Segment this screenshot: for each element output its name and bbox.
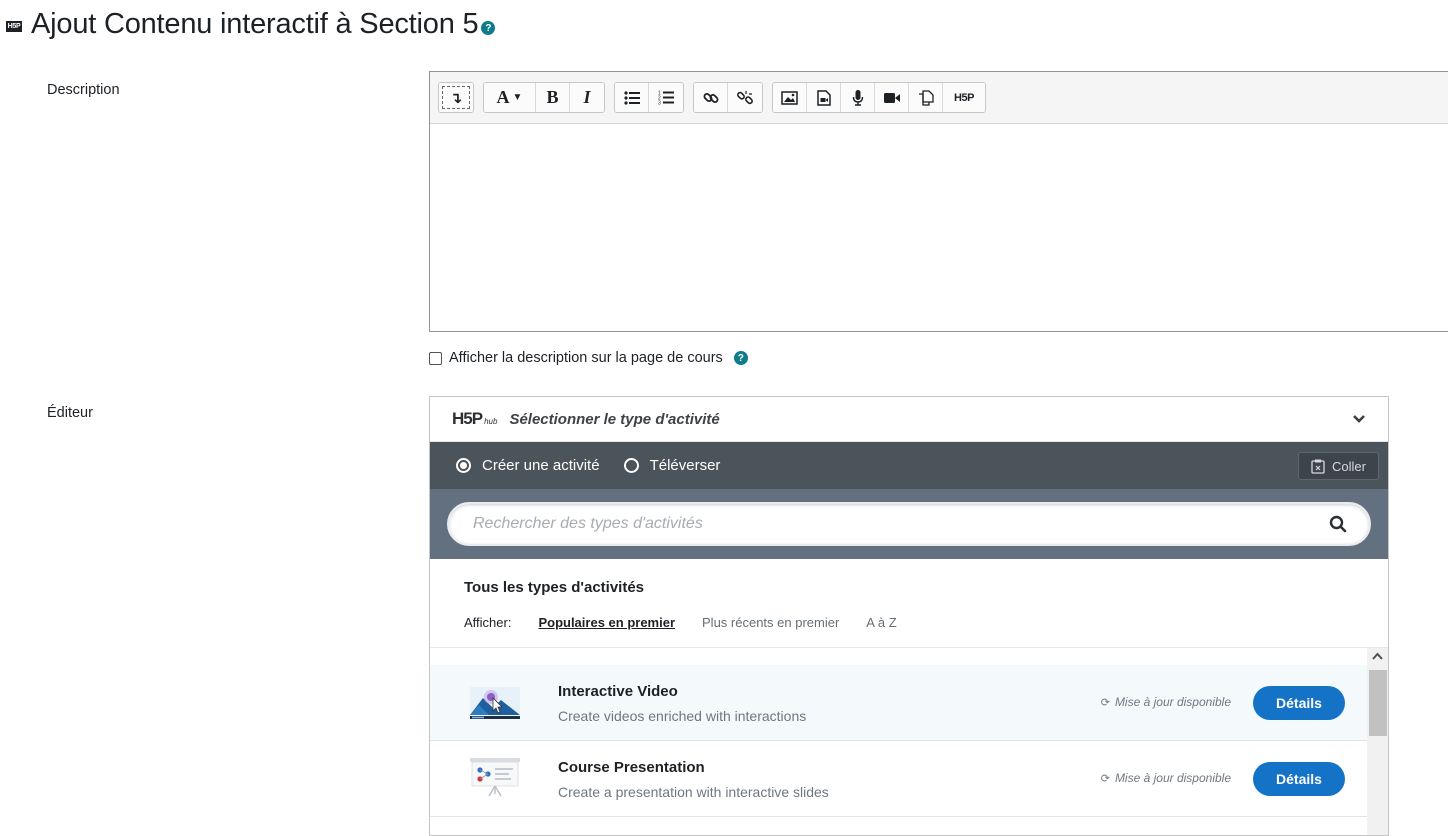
toolbar-group-collapse: ↴ (438, 82, 474, 113)
refresh-icon: ⟳ (1100, 772, 1110, 785)
hub-select-label: Sélectionner le type d'activité (509, 410, 720, 428)
interactive-video-icon (469, 680, 521, 725)
font-format-button[interactable]: A ▼ (484, 83, 536, 112)
unlink-icon (737, 90, 753, 104)
media-icon (816, 89, 831, 106)
list-item-title: Course Presentation (558, 759, 705, 776)
content-type-list: Interactive Video Create videos enriched… (430, 648, 1388, 835)
italic-icon: I (583, 87, 591, 107)
description-label: Description (47, 82, 120, 98)
tab-create[interactable]: Créer une activité (456, 457, 600, 474)
types-title: Tous les types d'activités (464, 579, 645, 596)
list-item-description: Create videos enriched with interactions (558, 708, 807, 724)
bold-button[interactable]: B (536, 83, 570, 112)
help-icon[interactable]: ? (733, 351, 748, 365)
bullet-list-button[interactable] (615, 83, 649, 112)
h5p-logo-icon: H5P (6, 20, 22, 32)
collapse-toolbar-button[interactable]: ↴ (439, 83, 473, 112)
details-button[interactable]: Détails (1253, 762, 1345, 796)
manage-files-button[interactable] (909, 83, 943, 112)
toolbar-group-style: A ▼ B I (483, 82, 605, 113)
page-title-row: H5P Ajout Contenu interactif à Section 5… (6, 6, 496, 42)
bold-icon: B (546, 87, 559, 107)
search-input[interactable] (471, 514, 1329, 534)
tab-upload-label: Téléverser (649, 457, 721, 474)
search-band (430, 489, 1388, 559)
toolbar-group-lists: 1 2 3 (614, 82, 684, 113)
image-button[interactable] (773, 83, 807, 112)
editor-content-area[interactable] (430, 124, 1448, 331)
sort-a-z[interactable]: A à Z (866, 615, 896, 630)
tab-create-label: Créer une activité (482, 457, 600, 474)
unlink-button[interactable] (728, 83, 762, 112)
radio-unselected-icon (623, 458, 639, 473)
toolbar-group-media: H5P (772, 82, 986, 113)
list-item-text: Course Presentation Create a presentatio… (558, 759, 829, 800)
sort-newest[interactable]: Plus récents en premier (702, 615, 839, 630)
numbered-list-icon: 1 2 3 (658, 91, 674, 106)
update-available: ⟳ Mise à jour disponible (1101, 771, 1231, 785)
h5p-button[interactable]: H5P (943, 83, 985, 112)
paste-label: Coller (1332, 458, 1366, 474)
description-editor[interactable]: ↴ A ▼ B I 1 2 3 H5P (429, 71, 1448, 332)
refresh-icon: ⟳ (1100, 696, 1110, 709)
chevron-up-icon[interactable] (1371, 651, 1384, 661)
update-label: Mise à jour disponible (1114, 771, 1231, 785)
types-header: Tous les types d'activités Afficher: Pop… (430, 559, 1388, 648)
list-item-text: Interactive Video Create videos enriched… (558, 683, 806, 724)
course-presentation-icon (469, 756, 521, 803)
show-description-row: Afficher la description sur la page de c… (429, 350, 748, 366)
video-camera-icon (883, 92, 900, 103)
svg-text:3: 3 (658, 101, 661, 106)
show-description-label[interactable]: Afficher la description sur la page de c… (449, 350, 723, 366)
search-icon[interactable] (1329, 515, 1347, 533)
editor-toolbar: ↴ A ▼ B I 1 2 3 H5P (430, 72, 1448, 124)
record-video-button[interactable] (875, 83, 909, 112)
paste-button[interactable]: Coller (1298, 452, 1379, 480)
manage-files-icon (918, 89, 934, 106)
list-item-title: Interactive Video (558, 683, 678, 700)
font-format-icon: A (496, 87, 510, 107)
radio-selected-icon (456, 458, 471, 473)
clipboard-icon (1311, 459, 1325, 474)
help-icon[interactable]: ? (481, 21, 496, 35)
collapse-toolbar-icon: ↴ (449, 89, 463, 107)
list-scrollbar[interactable] (1367, 648, 1388, 835)
h5p-hub: H5P hub Sélectionner le type d'activité C… (429, 396, 1389, 836)
record-audio-button[interactable] (841, 83, 875, 112)
editor-label: Éditeur (47, 405, 93, 421)
link-button[interactable] (694, 83, 728, 112)
h5p-hub-logo: H5P hub (452, 409, 498, 428)
image-icon (781, 90, 798, 105)
h5p-icon: H5P (954, 91, 974, 104)
sort-row: Afficher: Populaires en premier Plus réc… (464, 615, 1354, 630)
toolbar-group-links (693, 82, 763, 113)
tab-upload[interactable]: Téléverser (623, 457, 721, 474)
hub-header[interactable]: H5P hub Sélectionner le type d'activité (430, 397, 1388, 442)
chevron-down-icon[interactable] (1352, 411, 1366, 429)
hub-tabs: Créer une activité Téléverser Coller (430, 442, 1388, 489)
page-title: Ajout Contenu interactif à Section 5 (31, 7, 479, 40)
update-available: ⟳ Mise à jour disponible (1101, 695, 1231, 709)
sort-label: Afficher: (464, 615, 512, 630)
media-button[interactable] (807, 83, 841, 112)
update-label: Mise à jour disponible (1114, 695, 1231, 709)
link-icon (703, 92, 718, 103)
search-box[interactable] (447, 502, 1371, 546)
numbered-list-button[interactable]: 1 2 3 (649, 83, 683, 112)
italic-button[interactable]: I (570, 83, 604, 112)
show-description-checkbox[interactable] (429, 351, 442, 365)
details-button[interactable]: Détails (1253, 686, 1345, 720)
sort-popular[interactable]: Populaires en premier (538, 615, 675, 630)
list-item[interactable]: Course Presentation Create a presentatio… (430, 741, 1367, 817)
caret-down-icon: ▼ (512, 92, 523, 103)
scrollbar-thumb[interactable] (1369, 670, 1387, 736)
microphone-icon (852, 90, 863, 106)
bullet-list-icon (623, 90, 640, 105)
list-item-description: Create a presentation with interactive s… (558, 784, 829, 800)
list-item[interactable]: Interactive Video Create videos enriched… (430, 665, 1367, 741)
